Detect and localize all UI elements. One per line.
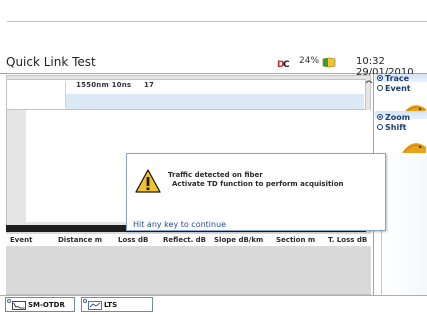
app-title: Quick Link Test: [6, 55, 96, 69]
radio-icon: [377, 114, 383, 120]
radio-zoom[interactable]: Zoom: [377, 113, 410, 122]
wavelength: 1550nm: [76, 81, 109, 89]
tab-lts-label: LTS: [104, 301, 118, 309]
col-section: Section m: [276, 236, 316, 244]
col-slope: Slope dB/km: [214, 236, 264, 244]
pulse-width: 10ns: [111, 81, 132, 89]
lts-icon: [88, 301, 102, 310]
otdr-icon: [12, 301, 26, 310]
radio-trace-label: Trace: [385, 74, 410, 83]
tab-sm-otdr[interactable]: SM-OTDR: [5, 297, 75, 312]
radio-zoom-label: Zoom: [385, 113, 411, 122]
logo-icon: D C: [277, 58, 290, 69]
svg-text:C: C: [283, 60, 290, 69]
col-distance: Distance m: [58, 236, 103, 244]
col-loss: Loss dB: [118, 236, 149, 244]
knob-icon[interactable]: [400, 139, 426, 153]
top-blank-area: [0, 0, 427, 52]
col-total-loss: T. Loss dB: [328, 236, 368, 244]
radio-icon: [7, 299, 11, 303]
param-value: 17: [143, 81, 155, 89]
info-thumbnail: [8, 81, 66, 108]
battery-percent: 24%: [299, 56, 320, 66]
dialog-message-line1: Traffic detected on fiber: [168, 171, 263, 179]
col-reflect: Reflect. dB: [163, 236, 207, 244]
traffic-warning-dialog[interactable]: Traffic detected on fiber Activate TD fu…: [126, 153, 386, 231]
radio-shift[interactable]: Shift: [377, 123, 407, 132]
dialog-continue-hint[interactable]: Hit any key to continue: [133, 220, 226, 229]
warning-icon: [135, 169, 161, 193]
radio-trace[interactable]: Trace: [377, 74, 409, 83]
radio-shift-label: Shift: [385, 123, 407, 132]
curl-icon[interactable]: [365, 79, 373, 87]
tab-lts[interactable]: LTS: [81, 297, 153, 312]
radio-icon: [377, 75, 383, 81]
acquisition-parameters: 1550nm 10ns 17: [76, 81, 154, 89]
tab-sm-otdr-label: SM-OTDR: [28, 301, 65, 309]
title-bar: Quick Link Test D C 24% 10:32 29/01/2010: [0, 52, 427, 78]
radio-event[interactable]: Event: [377, 84, 411, 93]
col-event: Event: [10, 236, 33, 244]
radio-icon: [377, 85, 383, 91]
battery-icon: [322, 57, 336, 68]
radio-icon: [83, 299, 87, 303]
radio-event-label: Event: [385, 84, 411, 93]
right-rail: [381, 153, 427, 311]
top-divider: [7, 21, 427, 22]
radio-icon: [377, 124, 383, 130]
dialog-message-line2: Activate TD function to perform acquisit…: [172, 180, 344, 188]
info-highlight-bar: [66, 94, 364, 109]
